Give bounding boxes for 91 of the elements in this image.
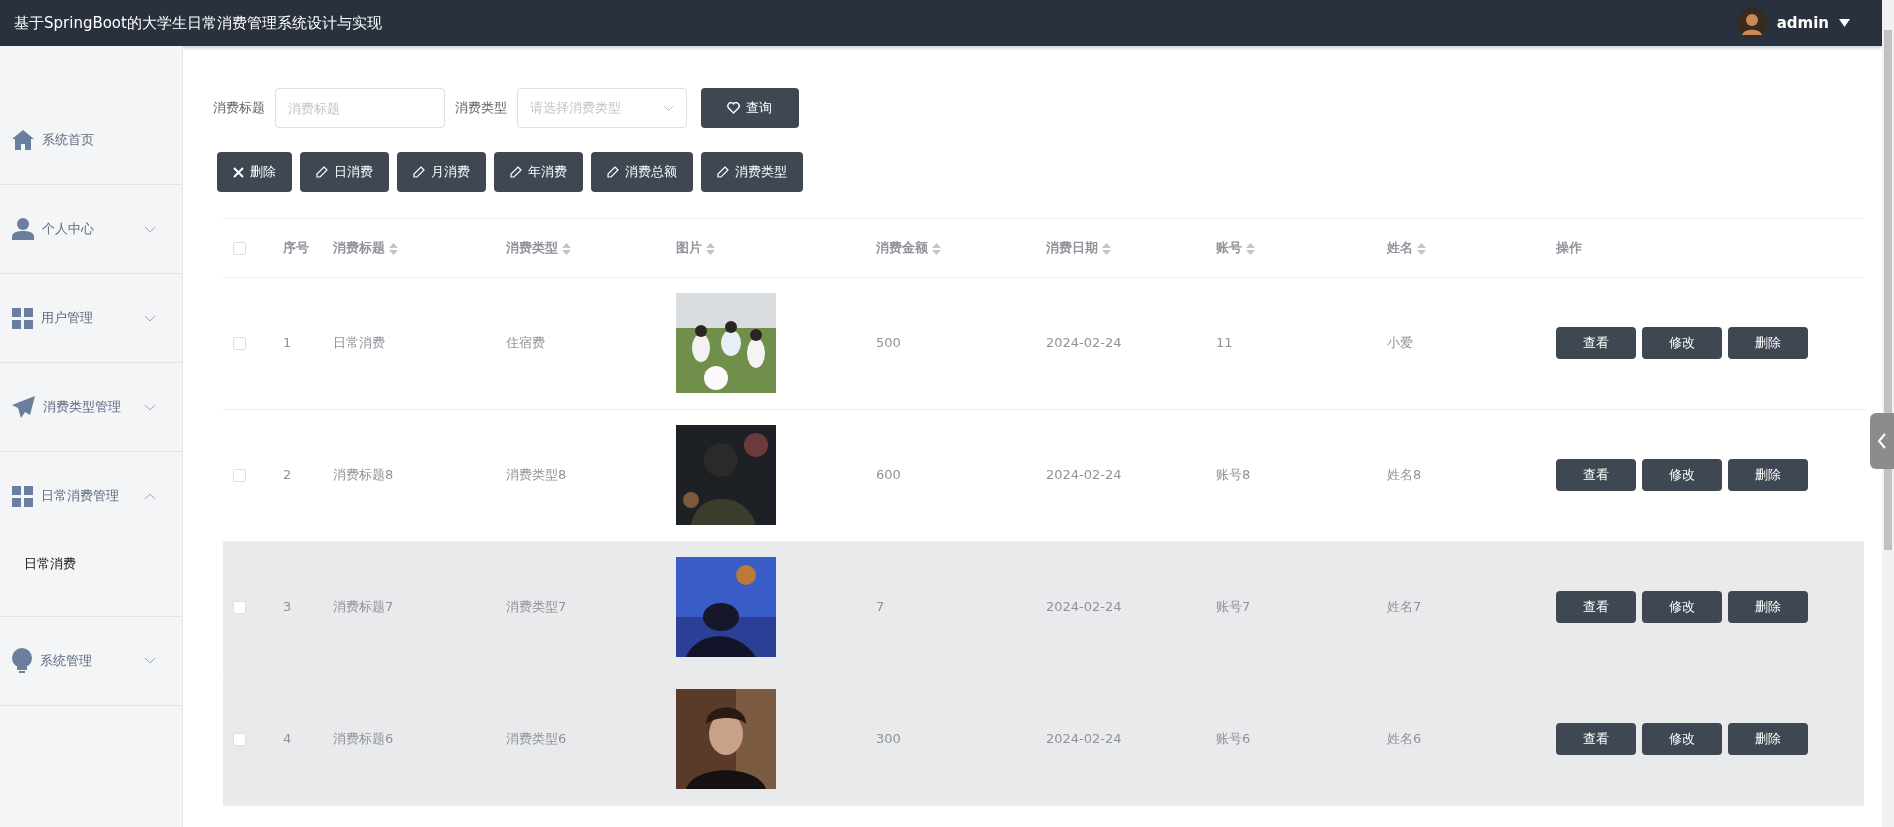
column-header: 序号 (283, 240, 309, 255)
collapse-tab[interactable] (1870, 413, 1894, 469)
chevron-icon (1877, 433, 1887, 449)
pencil-icon (510, 166, 522, 178)
table-cell: 1 (283, 335, 292, 351)
user-icon (12, 218, 34, 240)
field-label: 消费类型 (455, 99, 507, 118)
table-cell: 姓名6 (1387, 731, 1422, 747)
edit-button[interactable]: 修改 (1642, 327, 1722, 359)
edit-button[interactable]: 修改 (1642, 591, 1722, 623)
table-cell: 600 (876, 467, 901, 483)
paper-plane-icon (12, 396, 35, 418)
edit-button[interactable]: 月消费 (397, 152, 486, 192)
delete-button[interactable]: 删除 (1728, 459, 1808, 491)
sort-icon[interactable] (1102, 242, 1111, 255)
close-icon (233, 166, 244, 178)
delete-button[interactable]: 删除 (1728, 723, 1808, 755)
edit-button[interactable]: 年消费 (494, 152, 583, 192)
table-cell: 账号8 (1216, 467, 1251, 483)
delete-button[interactable]: 删除 (1728, 327, 1808, 359)
table-cell: 2024-02-24 (1046, 599, 1122, 615)
row-checkbox[interactable] (233, 733, 246, 747)
view-button[interactable]: 查看 (1556, 459, 1636, 491)
table-cell: 日常消费 (333, 335, 385, 351)
home-icon (12, 130, 34, 150)
column-header: 操作 (1556, 240, 1582, 255)
table-cell: 11 (1216, 335, 1233, 351)
table-cell: 2024-02-24 (1046, 335, 1122, 351)
sort-icon[interactable] (1246, 242, 1255, 255)
sort-icon[interactable] (706, 242, 715, 255)
pencil-icon (607, 166, 619, 178)
table-cell: 住宿费 (506, 335, 545, 351)
sort-icon[interactable] (932, 242, 941, 255)
table-cell: 7 (876, 599, 885, 615)
delete-button[interactable]: 删除 (217, 152, 292, 192)
search-button[interactable]: 查询 (700, 88, 799, 128)
table-cell: 消费标题7 (333, 599, 394, 615)
table-cell: 账号6 (1216, 731, 1251, 747)
table-cell: 消费类型6 (506, 731, 567, 747)
table-cell: 消费类型7 (506, 599, 567, 615)
table-cell: 消费标题6 (333, 731, 394, 747)
edit-button[interactable]: 修改 (1642, 723, 1722, 755)
table-cell: 账号7 (1216, 599, 1251, 615)
table-cell: 消费类型8 (506, 467, 567, 483)
sidebar-item[interactable]: 系统管理 (0, 616, 182, 705)
sort-icon[interactable] (562, 242, 571, 255)
sidebar-item[interactable]: 个人中心 (0, 185, 182, 273)
grid-icon (12, 485, 33, 507)
row-checkbox[interactable] (233, 337, 246, 351)
app-title: 基于SpringBoot的大学生日常消费管理系统设计与实现 (14, 12, 382, 34)
lightbulb-icon (12, 648, 32, 673)
sidebar-item[interactable]: 系统首页 (0, 96, 182, 184)
row-checkbox[interactable] (233, 469, 246, 483)
pencil-icon (717, 166, 729, 178)
table-cell: 小爱 (1387, 335, 1413, 351)
sort-icon[interactable] (1417, 242, 1426, 255)
select-all-checkbox[interactable] (233, 242, 246, 255)
table-cell: 3 (283, 599, 292, 615)
sidebar-item[interactable]: 用户管理 (0, 274, 182, 362)
table-cell: 4 (283, 731, 292, 747)
username[interactable]: admin (1776, 11, 1829, 35)
sidebar-subitem[interactable]: 日常消费 (0, 540, 182, 616)
table-cell: 2024-02-24 (1046, 731, 1122, 747)
table-cell: 300 (876, 731, 901, 747)
edit-button[interactable]: 修改 (1642, 459, 1722, 491)
field-label: 消费标题 (213, 99, 265, 118)
heart-icon (727, 102, 740, 114)
table-cell: 姓名7 (1387, 599, 1422, 615)
table-cell: 姓名8 (1387, 467, 1422, 483)
table-cell: 500 (876, 335, 901, 351)
grid-icon (12, 307, 33, 329)
sort-icon[interactable] (389, 242, 398, 255)
table-cell: 消费标题8 (333, 467, 394, 483)
sidebar-item[interactable]: 消费类型管理 (0, 363, 182, 451)
view-button[interactable]: 查看 (1556, 327, 1636, 359)
chevron-icon (663, 104, 674, 112)
view-button[interactable]: 查看 (1556, 723, 1636, 755)
user-avatar[interactable] (1736, 8, 1767, 38)
search-field[interactable]: 消费标题 (275, 88, 445, 128)
table-cell: 2024-02-24 (1046, 467, 1122, 483)
edit-button[interactable]: 日消费 (300, 152, 389, 192)
table-cell: 2 (283, 467, 292, 483)
sidebar-item[interactable]: 日常消费管理 (0, 452, 182, 540)
pencil-icon (316, 166, 328, 178)
pencil-icon (413, 166, 425, 178)
caret-icon[interactable] (1839, 19, 1850, 27)
delete-button[interactable]: 删除 (1728, 591, 1808, 623)
edit-button[interactable]: 消费类型 (701, 152, 803, 192)
view-button[interactable]: 查看 (1556, 591, 1636, 623)
edit-button[interactable]: 消费总额 (591, 152, 693, 192)
row-checkbox[interactable] (233, 601, 246, 615)
